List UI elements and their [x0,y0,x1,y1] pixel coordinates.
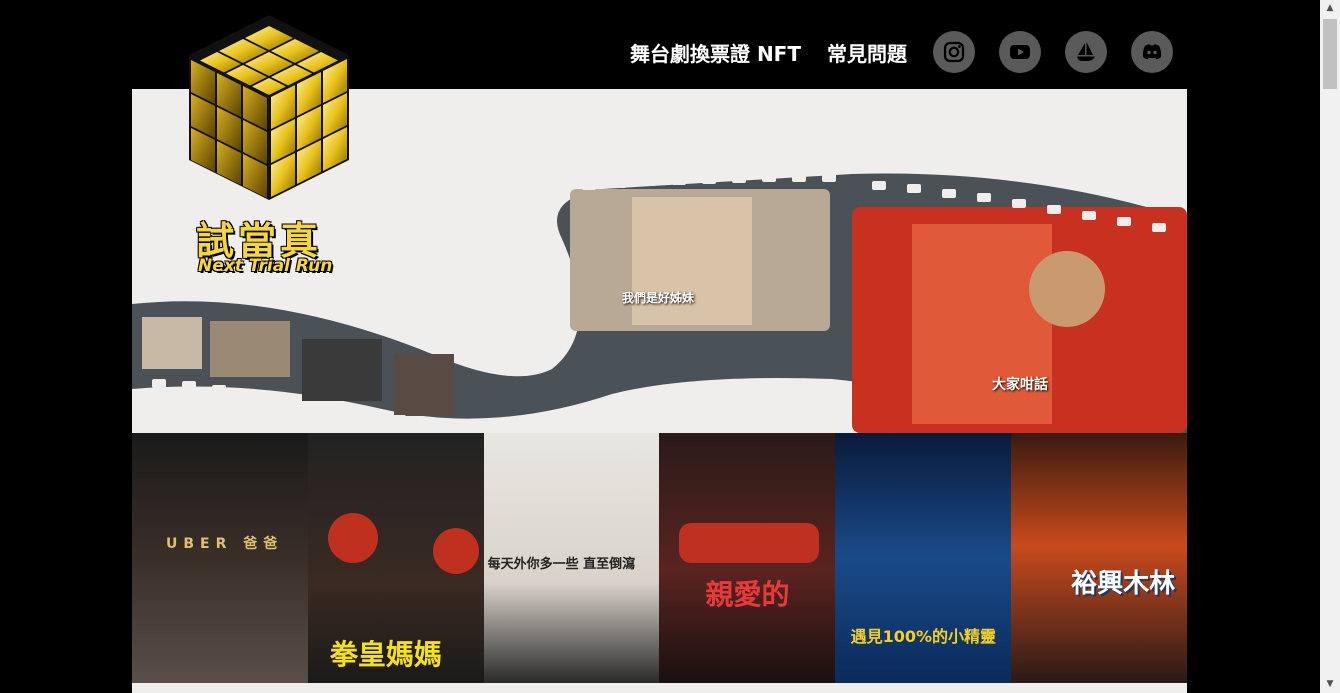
discord-icon [1142,44,1162,60]
poster-card[interactable]: 親愛的 [659,433,836,683]
scroll-down-icon[interactable]: ▼ [1320,676,1340,693]
logo-title-en: Next Trial Run [198,256,333,276]
discord-link[interactable] [1131,31,1173,73]
nav-link-nft[interactable]: 舞台劇換票證 NFT [630,38,801,67]
nav-link-faq[interactable]: 常見問題 [827,38,907,67]
site-logo[interactable]: 試當真 Next Trial Run [174,10,364,285]
youtube-link[interactable] [999,31,1041,73]
poster-title: 裕興木林 [1071,569,1176,599]
poster-title: UBER 爸爸 [166,536,284,552]
instagram-link[interactable] [933,31,975,73]
hero-caption-1: 我們是好姊妹 [622,291,695,305]
poster-card[interactable]: 遇見100%的小精靈 [835,433,1012,683]
page-scrollbar[interactable]: ▲ ▼ [1320,0,1340,693]
rubiks-cube-logo-icon [189,15,349,200]
poster-card[interactable]: 裕興木林 [1011,433,1187,683]
youtube-icon [1010,45,1030,59]
poster-title: 遇見100%的小精靈 [850,627,997,646]
poster-card[interactable]: UBER 爸爸 [132,433,308,683]
poster-title: 每天外你多一些 直至倒瀉 [487,557,636,572]
scroll-up-icon[interactable]: ▲ [1320,0,1340,17]
poster-card[interactable]: 拳皇媽媽 [307,433,484,683]
main-nav: 舞台劇換票證 NFT 常見問題 [630,31,1173,73]
content-divider [132,683,1187,693]
hero-caption-2: 大家咁話 [992,377,1048,393]
opensea-link[interactable] [1065,31,1107,73]
poster-title: 拳皇媽媽 [329,638,442,671]
opensea-icon [1077,42,1095,61]
poster-gallery: UBER 爸爸 拳皇媽媽 每天外你多一些 直至倒瀉 親愛的 遇見100%的小精靈… [132,433,1187,683]
poster-title: 親愛的 [705,578,790,611]
page: 舞台劇換票證 NFT 常見問題 試當真 Next Trial Run 我們是好姊… [0,0,1340,693]
scrollbar-thumb[interactable] [1323,19,1337,89]
instagram-icon [943,41,965,63]
poster-card[interactable]: 每天外你多一些 直至倒瀉 [483,433,660,683]
main-container: 舞台劇換票證 NFT 常見問題 試當真 Next Trial Run 我們是好姊… [132,0,1187,693]
